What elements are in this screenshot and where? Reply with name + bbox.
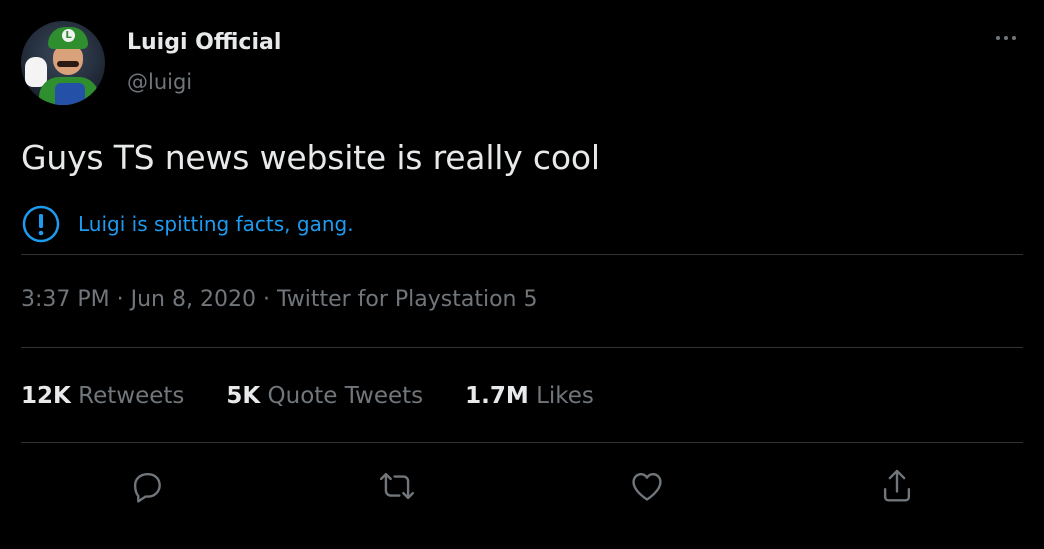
tweet-timestamp[interactable]: 3:37 PM · Jun 8, 2020 · Twitter for Play…: [21, 287, 538, 312]
share-icon: [883, 469, 911, 502]
avatar-mustache: [57, 61, 79, 67]
action-bar: [0, 462, 1044, 512]
tweet-text: Guys TS news website is really cool: [21, 138, 600, 177]
tweet-stats: 12K Retweets 5K Quote Tweets 1.7M Likes: [21, 383, 636, 409]
more-dot-icon: [1004, 36, 1008, 40]
quote-tweets-label: Quote Tweets: [267, 383, 424, 409]
notice-text[interactable]: Luigi is spitting facts, gang.: [78, 212, 354, 236]
author-handle[interactable]: @luigi: [127, 70, 192, 94]
avatar-face: [53, 45, 83, 75]
more-options-button[interactable]: [988, 24, 1024, 52]
more-dot-icon: [1012, 36, 1016, 40]
retweet-icon: [379, 472, 415, 500]
divider: [21, 254, 1023, 255]
reply-icon: [133, 472, 161, 503]
divider: [21, 442, 1023, 443]
likes-stat[interactable]: 1.7M Likes: [465, 383, 594, 409]
likes-count: 1.7M: [465, 383, 529, 409]
retweets-label: Retweets: [78, 383, 185, 409]
like-icon: [632, 472, 662, 501]
exclamation-icon: [22, 205, 60, 243]
avatar[interactable]: L: [21, 21, 105, 105]
notice-banner[interactable]: Luigi is spitting facts, gang.: [21, 204, 354, 244]
like-button[interactable]: [627, 466, 667, 506]
retweets-count: 12K: [21, 383, 71, 409]
retweets-stat[interactable]: 12K Retweets: [21, 383, 184, 409]
share-button[interactable]: [877, 466, 917, 506]
quote-tweets-count: 5K: [226, 383, 261, 409]
avatar-overall: [55, 83, 85, 105]
reply-button[interactable]: [127, 466, 167, 506]
likes-label: Likes: [536, 383, 594, 409]
quote-tweets-stat[interactable]: 5K Quote Tweets: [226, 383, 423, 409]
more-dot-icon: [996, 36, 1000, 40]
author-name[interactable]: Luigi Official: [127, 30, 281, 55]
avatar-hat-badge: L: [62, 29, 75, 42]
divider: [21, 347, 1023, 348]
retweet-button[interactable]: [377, 466, 417, 506]
